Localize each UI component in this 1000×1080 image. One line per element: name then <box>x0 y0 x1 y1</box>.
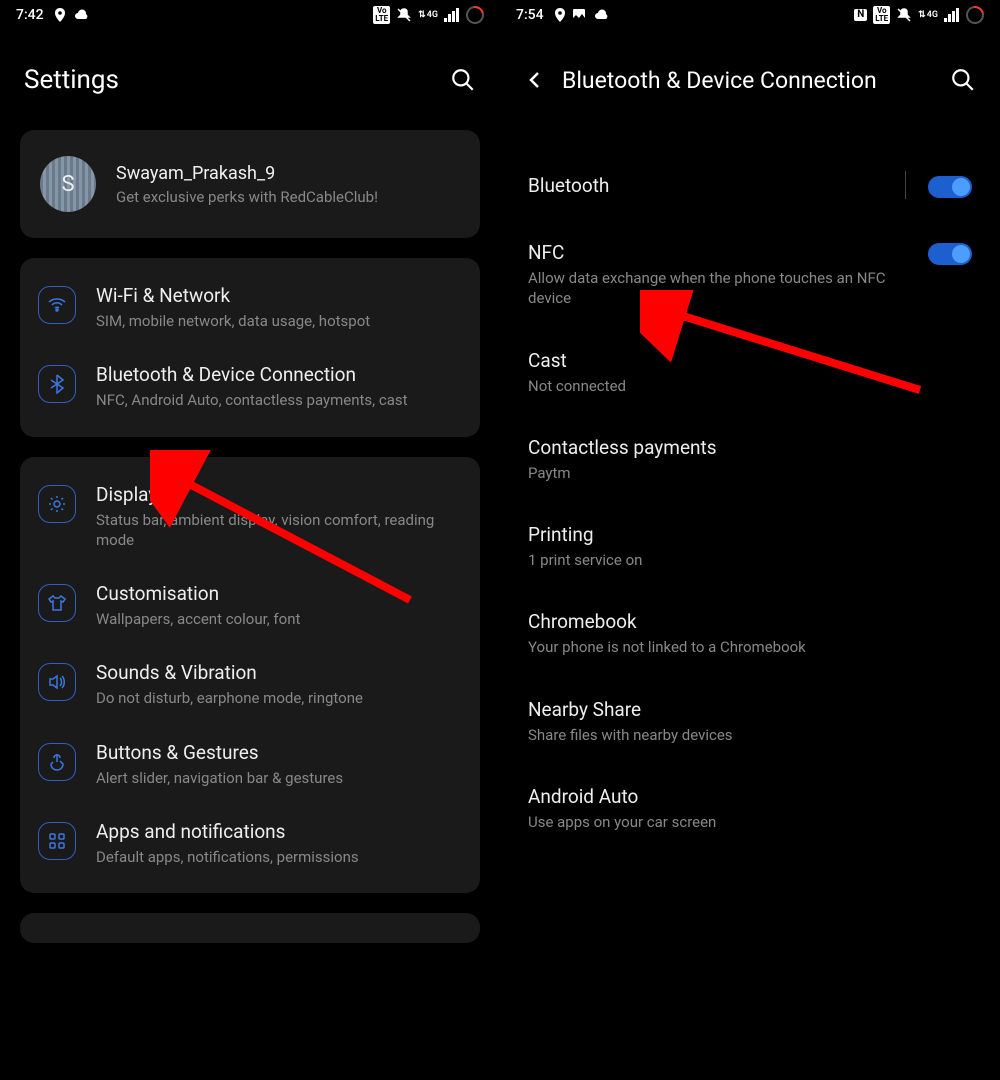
cloud-icon <box>592 9 610 21</box>
menu-item-title: Wi-Fi & Network <box>96 284 462 307</box>
bluetooth-toggle[interactable] <box>928 176 972 198</box>
setting-sub: Not connected <box>528 376 972 396</box>
menu-wifi[interactable]: Wi-Fi & Network SIM, mobile network, dat… <box>20 268 480 347</box>
status-time: 7:42 <box>16 7 44 23</box>
setting-bluetooth[interactable]: Bluetooth <box>528 154 972 221</box>
menu-item-title: Bluetooth & Device Connection <box>96 363 462 386</box>
settings-list: S Swayam_Prakash_9 Get exclusive perks w… <box>0 130 500 1080</box>
menu-item-title: Apps and notifications <box>96 820 462 843</box>
setting-sub: 1 print service on <box>528 550 972 570</box>
menu-display[interactable]: Display Status bar, ambient display, vis… <box>20 467 480 567</box>
sound-icon <box>38 663 76 701</box>
mute-icon <box>396 7 412 23</box>
menu-item-title: Sounds & Vibration <box>96 661 462 684</box>
display-card: Display Status bar, ambient display, vis… <box>20 457 480 894</box>
profile-card[interactable]: S Swayam_Prakash_9 Get exclusive perks w… <box>20 130 480 238</box>
setting-android-auto[interactable]: Android Auto Use apps on your car screen <box>528 765 972 852</box>
menu-sounds[interactable]: Sounds & Vibration Do not disturb, earph… <box>20 645 480 724</box>
setting-title: Bluetooth <box>528 174 893 197</box>
menu-item-sub: Alert slider, navigation bar & gestures <box>96 768 462 788</box>
menu-item-sub: Do not disturb, earphone mode, ringtone <box>96 688 462 708</box>
profile-subtitle: Get exclusive perks with RedCableClub! <box>116 188 378 206</box>
menu-bluetooth[interactable]: Bluetooth & Device Connection NFC, Andro… <box>20 347 480 426</box>
setting-title: Printing <box>528 523 972 546</box>
setting-title: Nearby Share <box>528 698 972 721</box>
page-header: Settings <box>0 30 500 130</box>
brightness-icon <box>38 485 76 523</box>
menu-item-sub: Status bar, ambient display, vision comf… <box>96 510 462 551</box>
cloud-icon <box>72 9 90 21</box>
back-icon[interactable] <box>524 69 546 91</box>
setting-sub: Use apps on your car screen <box>528 812 972 832</box>
volte-badge: Vo LTE <box>373 6 390 24</box>
setting-sub: Allow data exchange when the phone touch… <box>528 268 916 309</box>
nfc-badge: N <box>854 9 867 21</box>
bluetooth-screen: 7:54 N Vo LTE ⇅4G <box>500 0 1000 1080</box>
menu-customisation[interactable]: Customisation Wallpapers, accent colour,… <box>20 566 480 645</box>
setting-printing[interactable]: Printing 1 print service on <box>528 503 972 590</box>
battery-circle-icon <box>462 2 487 27</box>
nfc-toggle[interactable] <box>928 243 972 265</box>
page-header: Bluetooth & Device Connection <box>500 30 1000 130</box>
settings-list: Bluetooth NFC Allow data exchange when t… <box>500 130 1000 876</box>
setting-sub: Paytm <box>528 463 972 483</box>
signal-icon <box>444 8 460 22</box>
setting-cast[interactable]: Cast Not connected <box>528 329 972 416</box>
menu-item-sub: Default apps, notifications, permissions <box>96 847 462 867</box>
network-4g-icon: ⇅4G <box>918 10 938 20</box>
page-title: Settings <box>24 65 119 95</box>
network-4g-icon: ⇅4G <box>418 10 438 20</box>
image-icon <box>572 8 586 22</box>
signal-icon <box>944 8 960 22</box>
next-card-peek <box>20 913 480 943</box>
battery-circle-icon <box>962 2 987 27</box>
setting-sub: Share files with nearby devices <box>528 725 972 745</box>
setting-chromebook[interactable]: Chromebook Your phone is not linked to a… <box>528 590 972 677</box>
shirt-icon <box>38 584 76 622</box>
setting-title: Android Auto <box>528 785 972 808</box>
setting-sub: Your phone is not linked to a Chromebook <box>528 637 972 657</box>
setting-nearby-share[interactable]: Nearby Share Share files with nearby dev… <box>528 678 972 765</box>
bluetooth-icon <box>38 365 76 403</box>
menu-buttons[interactable]: Buttons & Gestures Alert slider, navigat… <box>20 725 480 804</box>
menu-item-sub: NFC, Android Auto, contactless payments,… <box>96 390 462 410</box>
mute-icon <box>896 7 912 23</box>
menu-item-title: Buttons & Gestures <box>96 741 462 764</box>
volte-badge: Vo LTE <box>873 6 890 24</box>
menu-item-title: Customisation <box>96 582 462 605</box>
search-icon[interactable] <box>450 67 476 93</box>
gesture-icon <box>38 743 76 781</box>
menu-item-title: Display <box>96 483 462 506</box>
menu-apps[interactable]: Apps and notifications Default apps, not… <box>20 804 480 883</box>
divider <box>905 171 906 199</box>
profile-name: Swayam_Prakash_9 <box>116 163 378 184</box>
status-time: 7:54 <box>516 7 544 23</box>
setting-nfc[interactable]: NFC Allow data exchange when the phone t… <box>528 221 972 329</box>
setting-title: Contactless payments <box>528 436 972 459</box>
location-icon <box>54 8 66 22</box>
menu-item-sub: SIM, mobile network, data usage, hotspot <box>96 311 462 331</box>
wifi-icon <box>38 286 76 324</box>
apps-icon <box>38 822 76 860</box>
settings-screen: 7:42 Vo LTE ⇅4G Settings <box>0 0 500 1080</box>
setting-title: Chromebook <box>528 610 972 633</box>
page-title: Bluetooth & Device Connection <box>562 67 877 94</box>
status-bar: 7:54 N Vo LTE ⇅4G <box>500 0 1000 30</box>
setting-title: NFC <box>528 241 916 264</box>
status-bar: 7:42 Vo LTE ⇅4G <box>0 0 500 30</box>
setting-contactless[interactable]: Contactless payments Paytm <box>528 416 972 503</box>
setting-title: Cast <box>528 349 972 372</box>
avatar: S <box>40 156 96 212</box>
connectivity-card: Wi-Fi & Network SIM, mobile network, dat… <box>20 258 480 437</box>
search-icon[interactable] <box>950 67 976 93</box>
menu-item-sub: Wallpapers, accent colour, font <box>96 609 462 629</box>
location-icon <box>554 8 566 22</box>
